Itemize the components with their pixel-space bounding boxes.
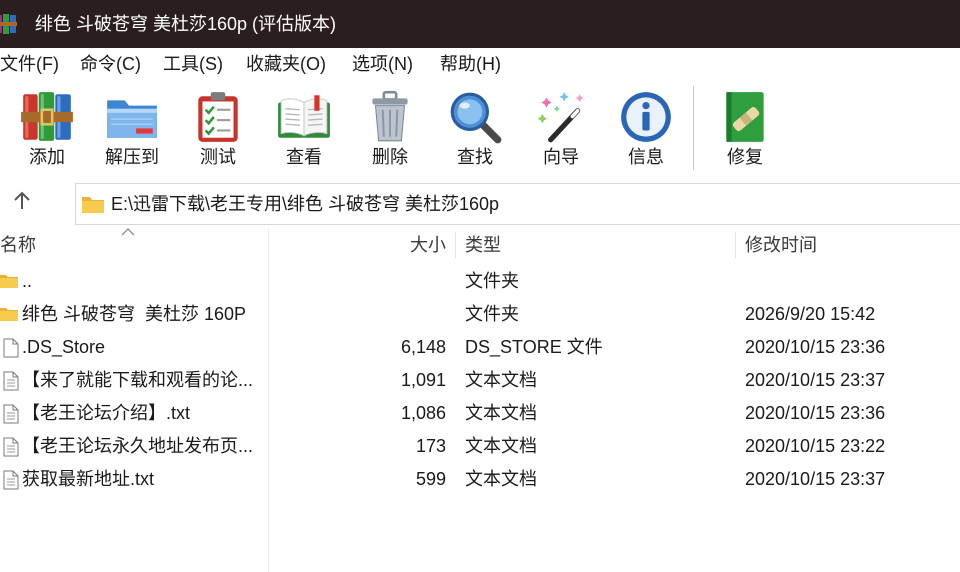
menu-options[interactable]: 选项(N) — [352, 48, 413, 80]
file-size: 173 — [415, 436, 446, 456]
text-file-icon — [2, 470, 22, 490]
file-modified: 2020/10/15 23:37 — [745, 370, 886, 390]
file-modified: 2026/9/20 15:42 — [745, 304, 876, 324]
column-header: 名称 大小 类型 修改时间 — [0, 228, 960, 262]
file-name: .. — [22, 271, 33, 291]
column-divider[interactable] — [735, 232, 736, 258]
repair-button[interactable]: 修复 — [705, 88, 785, 176]
file-modified: 2020/10/15 23:37 — [745, 469, 886, 489]
view-button-label: 查看 — [286, 147, 322, 167]
find-button-label: 查找 — [457, 147, 493, 167]
info-button-label: 信息 — [628, 147, 664, 167]
file-type: 文本文档 — [465, 370, 537, 390]
list-item[interactable]: .. 文件夹 — [0, 265, 960, 298]
wizard-button[interactable]: 向导 — [521, 88, 601, 176]
file-type: 文件夹 — [465, 304, 519, 324]
address-path: E:\迅雷下载\老王专用\绯色 斗破苍穹 美杜莎160p — [111, 194, 500, 214]
test-button-label: 测试 — [200, 147, 236, 167]
up-arrow-icon[interactable] — [10, 189, 34, 213]
add-archive-icon — [18, 88, 76, 146]
menu-bar: 文件(F) 命令(C) 工具(S) 收藏夹(O) 选项(N) 帮助(H) — [0, 48, 960, 80]
toolbar: 添加 解压到 测试 查看 删除 查找 向导 信息 修复 — [0, 80, 960, 180]
winrar-app-icon — [0, 13, 17, 35]
info-button[interactable]: 信息 — [606, 88, 686, 176]
file-modified: 2020/10/15 23:36 — [745, 403, 886, 423]
file-name: .DS_Store — [22, 337, 106, 357]
test-button[interactable]: 测试 — [178, 88, 258, 176]
file-type: 文本文档 — [465, 403, 537, 423]
folder-icon — [0, 272, 19, 291]
text-file-icon — [2, 371, 22, 391]
file-type: 文件夹 — [465, 271, 519, 291]
column-name-header[interactable]: 名称 — [0, 228, 36, 262]
file-type: DS_STORE 文件 — [465, 337, 603, 357]
extract-to-icon — [103, 88, 161, 146]
repair-icon — [716, 88, 774, 146]
menu-file[interactable]: 文件(F) — [0, 48, 59, 80]
file-size: 1,091 — [400, 370, 446, 390]
menu-tools[interactable]: 工具(S) — [163, 48, 223, 80]
file-size — [270, 298, 446, 331]
list-item[interactable]: 【来了就能下载和观看的论... 1,091 文本文档 2020/10/15 23… — [0, 364, 960, 397]
file-list: .. 文件夹 绯色 斗破苍穹 美杜莎 160P 文件夹 2026/9/20 15… — [0, 262, 960, 572]
folder-icon — [0, 305, 19, 324]
find-button[interactable]: 查找 — [435, 88, 515, 176]
file-modified: 2020/10/15 23:22 — [745, 436, 886, 456]
info-icon — [617, 88, 675, 146]
file-modified — [745, 265, 955, 298]
file-name: 【老王论坛介绍】.txt — [22, 403, 191, 423]
column-size-header[interactable]: 大小 — [270, 228, 446, 262]
menu-command[interactable]: 命令(C) — [80, 48, 141, 80]
file-name: 绯色 斗破苍穹 美杜莎 160P — [22, 304, 247, 324]
file-size: 6,148 — [400, 337, 446, 357]
list-item[interactable]: .DS_Store 6,148 DS_STORE 文件 2020/10/15 2… — [0, 331, 960, 364]
file-size: 1,086 — [400, 403, 446, 423]
column-modified-header[interactable]: 修改时间 — [745, 228, 817, 262]
folder-icon — [81, 194, 105, 214]
wizard-button-label: 向导 — [543, 147, 579, 167]
delete-button[interactable]: 删除 — [350, 88, 430, 176]
address-field[interactable]: E:\迅雷下载\老王专用\绯色 斗破苍穹 美杜莎160p — [75, 183, 960, 225]
test-icon — [189, 88, 247, 146]
delete-icon — [361, 88, 419, 146]
file-name: 【来了就能下载和观看的论... — [22, 370, 254, 390]
text-file-icon — [2, 437, 22, 457]
file-type: 文本文档 — [465, 469, 537, 489]
repair-button-label: 修复 — [727, 147, 763, 167]
file-size: 599 — [415, 469, 446, 489]
column-divider[interactable] — [455, 232, 456, 258]
file-size — [270, 265, 446, 298]
text-file-icon — [2, 404, 22, 424]
title-bar: 绯色 斗破苍穹 美杜莎160p (评估版本) — [0, 0, 960, 48]
view-button[interactable]: 查看 — [264, 88, 344, 176]
file-type: 文本文档 — [465, 436, 537, 456]
add-button[interactable]: 添加 — [7, 88, 87, 176]
extract-to-button[interactable]: 解压到 — [92, 88, 172, 176]
list-item[interactable]: 【老王论坛介绍】.txt 1,086 文本文档 2020/10/15 23:36 — [0, 397, 960, 430]
delete-button-label: 删除 — [372, 147, 408, 167]
toolbar-separator — [693, 86, 694, 170]
add-button-label: 添加 — [29, 147, 65, 167]
list-item[interactable]: 【老王论坛永久地址发布页... 173 文本文档 2020/10/15 23:2… — [0, 430, 960, 463]
sort-ascending-icon — [121, 227, 135, 236]
file-modified: 2020/10/15 23:36 — [745, 337, 886, 357]
file-name: 获取最新地址.txt — [22, 469, 155, 489]
menu-help[interactable]: 帮助(H) — [440, 48, 501, 80]
wizard-icon — [532, 88, 590, 146]
list-item[interactable]: 绯色 斗破苍穹 美杜莎 160P 文件夹 2026/9/20 15:42 — [0, 298, 960, 331]
address-bar: E:\迅雷下载\老王专用\绯色 斗破苍穹 美杜莎160p — [0, 180, 960, 228]
menu-favorites[interactable]: 收藏夹(O) — [246, 48, 326, 80]
find-icon — [446, 88, 504, 146]
view-icon — [275, 88, 333, 146]
window-title: 绯色 斗破苍穹 美杜莎160p (评估版本) — [35, 14, 337, 34]
file-icon — [2, 338, 22, 358]
column-type-header[interactable]: 类型 — [465, 228, 501, 262]
extract-to-button-label: 解压到 — [105, 147, 159, 167]
list-item[interactable]: 获取最新地址.txt 599 文本文档 2020/10/15 23:37 — [0, 463, 960, 496]
file-name: 【老王论坛永久地址发布页... — [22, 436, 254, 456]
